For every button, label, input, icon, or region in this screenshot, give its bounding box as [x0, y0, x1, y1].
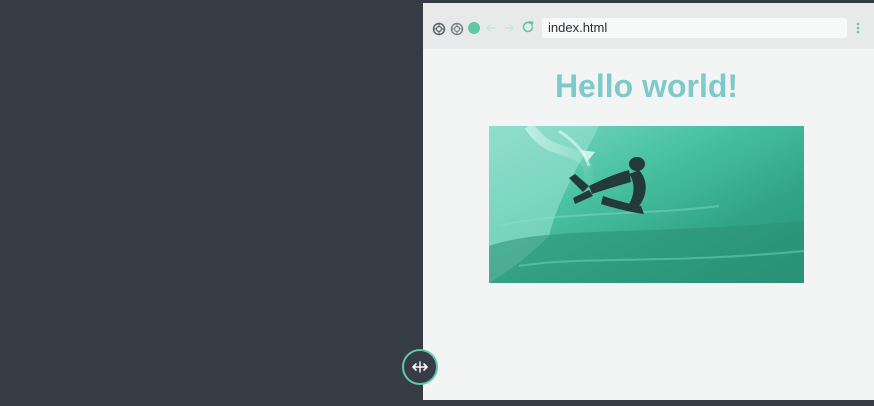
window-zoom-dot[interactable] [468, 22, 480, 34]
window-minimize-icon[interactable] [450, 22, 464, 36]
address-bar[interactable]: index.html [542, 18, 847, 38]
page-title: Hello world! [554, 68, 739, 104]
browser-window: index.html Hello world! [423, 3, 874, 400]
browser-toolbar: index.html [423, 3, 874, 49]
surfer-image [489, 126, 804, 283]
resize-handle[interactable] [402, 349, 438, 385]
back-arrow-icon[interactable] [485, 21, 497, 39]
forward-arrow-icon[interactable] [503, 21, 515, 39]
reload-icon[interactable] [521, 20, 535, 39]
address-bar-url: index.html [548, 20, 608, 35]
more-menu-icon[interactable] [855, 21, 861, 40]
window-close-icon[interactable] [432, 22, 446, 36]
